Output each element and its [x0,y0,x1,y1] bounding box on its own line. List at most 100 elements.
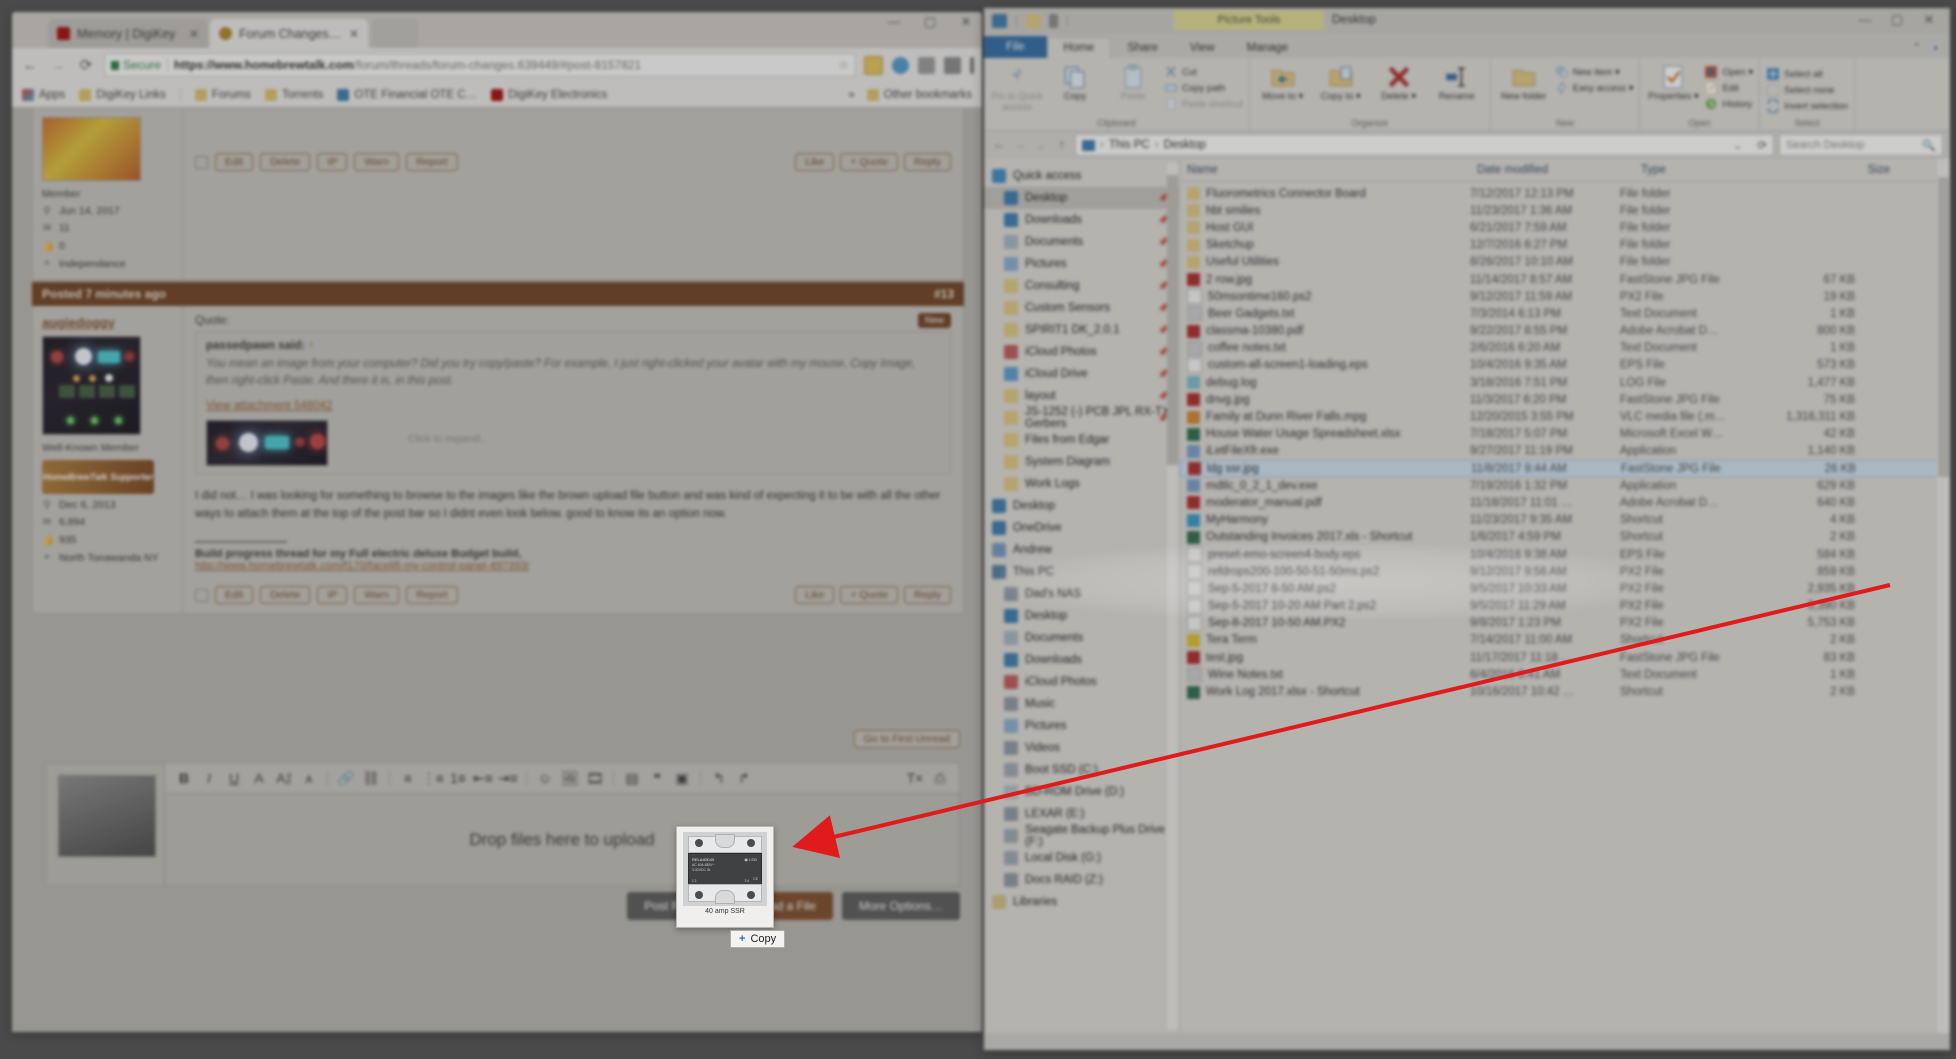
close-tab-icon[interactable]: ✕ [189,27,199,41]
breadcrumb-this-pc[interactable]: This PC [1109,139,1150,151]
table-icon[interactable]: ▤ [622,768,642,788]
warn-button[interactable]: Warn [354,153,400,171]
ribbon-tab-view[interactable]: View [1174,38,1231,58]
refresh-icon[interactable]: ⟳ [1757,138,1767,152]
edit-button[interactable]: Edit [215,586,254,605]
nav-item-custom-sensors[interactable]: Custom Sensors 📌 [984,297,1179,319]
signature-link[interactable]: http://www.homebrewtalk.com/f170/facelif… [195,560,951,572]
report-button[interactable]: Report [406,153,458,171]
back-arrow-icon[interactable]: ← [991,139,1007,151]
bookmark-ote[interactable]: OTE Financial OTE C… [337,88,477,101]
delete-button[interactable]: Delete ▾ [1372,61,1426,103]
browser-tab-1[interactable]: Forum Changes | Home… ✕ [210,19,368,48]
cut-button[interactable]: Cut [1164,65,1243,79]
nav-item-seagate-backup-plus-drive-f[interactable]: Seagate Backup Plus Drive (F:) [984,824,1179,848]
copy-button[interactable]: Copy [1048,61,1102,103]
ribbon-tab-manage[interactable]: Manage [1231,38,1305,58]
emoji-icon[interactable]: ☺ [535,768,555,788]
ribbon-tab-share[interactable]: Share [1111,38,1174,58]
reply-button[interactable]: Reply [904,153,951,171]
file-row[interactable]: Outstanding Invoices 2017.xls - Shortcut… [1180,529,1950,546]
align-icon[interactable]: ≡ [398,768,418,788]
nav-item-layout[interactable]: layout 📌 [984,385,1179,407]
new-folder-icon[interactable] [1048,14,1058,28]
nav-item-lexar-e[interactable]: LEXAR (E:) [984,803,1179,825]
properties-button[interactable]: Properties ▾ [1646,61,1700,103]
nav-item-pictures[interactable]: Pictures [984,715,1179,737]
nav-item-dad-s-nas[interactable]: Dad's NAS [984,583,1179,605]
close-icon[interactable]: ✕ [1918,12,1940,28]
file-row[interactable]: 50msontime160.ps2 9/12/2017 11:59 AM PX2 F… [1180,288,1950,305]
nav-item-local-disk-g[interactable]: Local Disk (G:) [984,847,1179,869]
file-row[interactable]: Work Log 2017.xlsx - Shortcut 10/16/2017 … [1180,683,1950,700]
minimize-icon[interactable]: — [1854,12,1876,27]
nav-item-onedrive[interactable]: OneDrive [984,517,1179,539]
properties-icon[interactable] [1025,14,1041,28]
nav-item-icloud-photos[interactable]: iCloud Photos 📌 [984,341,1179,363]
back-arrow-icon[interactable]: ← [20,57,40,74]
nav-item-desktop[interactable]: Desktop 📌 [984,187,1179,209]
nav-scrollbar[interactable] [1167,163,1178,1029]
open-button[interactable]: Open ▾ [1704,65,1753,79]
select-all-button[interactable]: Select all [1766,67,1848,81]
list-bullet-icon[interactable]: ⋮≡ [422,768,444,788]
file-row[interactable]: mdtlc_0_2_1_dev.exe 7/19/2016 1:32 PM Appl… [1180,477,1950,494]
recent-locations-chevron-icon[interactable]: ⌄ [1033,138,1049,152]
file-row[interactable]: Sep-5-2017 10-20 AM Part 2.ps2 9/5/2017 1… [1180,598,1950,615]
restore-icon[interactable]: ▢ [1886,12,1908,28]
undo-icon[interactable]: ↰ [709,768,729,788]
edit-button[interactable]: Edit [1704,81,1753,95]
warn-button[interactable]: Warn [354,586,400,605]
post-select-checkbox[interactable] [195,588,208,602]
file-row[interactable]: refdrops200-100-50-51-50ms.ps2 9/12/2017 … [1180,563,1950,580]
file-list-scrollbar-thumb[interactable] [1938,177,1949,477]
click-to-expand-hint[interactable]: Click to expand... [408,433,489,445]
bookmark-star-icon[interactable]: ☆ [838,58,849,72]
nav-item-documents[interactable]: Documents 📌 [984,231,1179,253]
nav-item-andrew[interactable]: Andrew [984,539,1179,561]
nav-scrollbar-thumb[interactable] [1167,175,1178,465]
post-author-name[interactable]: augiedoggy [42,315,173,330]
ribbon-collapse-icon[interactable]: ⌃ [1902,37,1931,58]
post-number[interactable]: #13 [934,287,954,301]
media-icon[interactable]: 🎞 [585,768,605,788]
bookmark-digikey-electronics[interactable]: DigiKey Electronics [491,88,607,101]
nav-item-spirit1-dk-2-0-1[interactable]: SPIRIT1 DK_2.0.1 📌 [984,319,1179,341]
browser-tab-0[interactable]: Memory | DigiKey ✕ [48,19,208,48]
quote-attachment-thumbnail[interactable] [206,419,328,466]
report-button[interactable]: Report [406,586,458,605]
file-row[interactable]: Sketchup 12/7/2016 6:27 PM File folder [1180,237,1950,254]
nav-item-consulting[interactable]: Consulting 📌 [984,275,1179,297]
avatar[interactable] [42,336,141,435]
nav-item-icloud-photos[interactable]: iCloud Photos [984,671,1179,693]
paste-shortcut-button[interactable]: Paste shortcut [1164,97,1243,111]
bookmark-other-bookmarks[interactable]: Other bookmarks [866,88,972,101]
list-number-icon[interactable]: 1≡ [448,768,468,788]
nav-item-videos[interactable]: Videos [984,737,1179,759]
nav-item-libraries[interactable]: Libraries [984,891,1179,913]
file-row[interactable]: 2 row.jpg 11/14/2017 8:57 AM FastStone JPG… [1180,271,1950,288]
ip-button[interactable]: IP [317,586,348,605]
bookmark-apps[interactable]: Apps [22,88,65,101]
file-row[interactable]: moderator_manual.pdf 11/18/2017 11:01 … Ad… [1180,494,1950,511]
invert-selection-button[interactable]: Invert selection [1766,99,1848,113]
column-header-date[interactable]: Date modified [1470,164,1634,176]
help-icon[interactable]: ◑ [1931,38,1950,58]
font-size-icon[interactable]: A⁒ [274,768,294,788]
underline-icon[interactable]: U [224,768,244,788]
file-list-pane[interactable]: Name Date modified Type Size Fluorometri… [1180,159,1950,1033]
ribbon-tab-file[interactable]: File [984,36,1047,58]
new-item-button[interactable]: New item ▾ [1555,65,1634,79]
preview-icon[interactable]: ⎙ [930,768,950,788]
file-row[interactable]: coffee notes.txt 2/6/2016 6:20 AM Text Doc… [1180,340,1950,357]
like-button[interactable]: Like [795,153,835,171]
like-button[interactable]: Like [795,586,835,605]
delete-button[interactable]: Delete [260,586,311,605]
breadcrumb-desktop[interactable]: Desktop [1164,139,1206,151]
column-header-type[interactable]: Type [1634,164,1788,176]
quote-attachment-link[interactable]: View attachment 548042 [206,400,940,412]
indent-increase-icon[interactable]: ⇥≡ [498,768,518,788]
rename-button[interactable]: Rename [1430,61,1484,103]
nav-item-desktop[interactable]: Desktop [984,605,1179,627]
file-row[interactable]: debug.log 3/18/2016 7:51 PM LOG File 1,477 … [1180,374,1950,391]
